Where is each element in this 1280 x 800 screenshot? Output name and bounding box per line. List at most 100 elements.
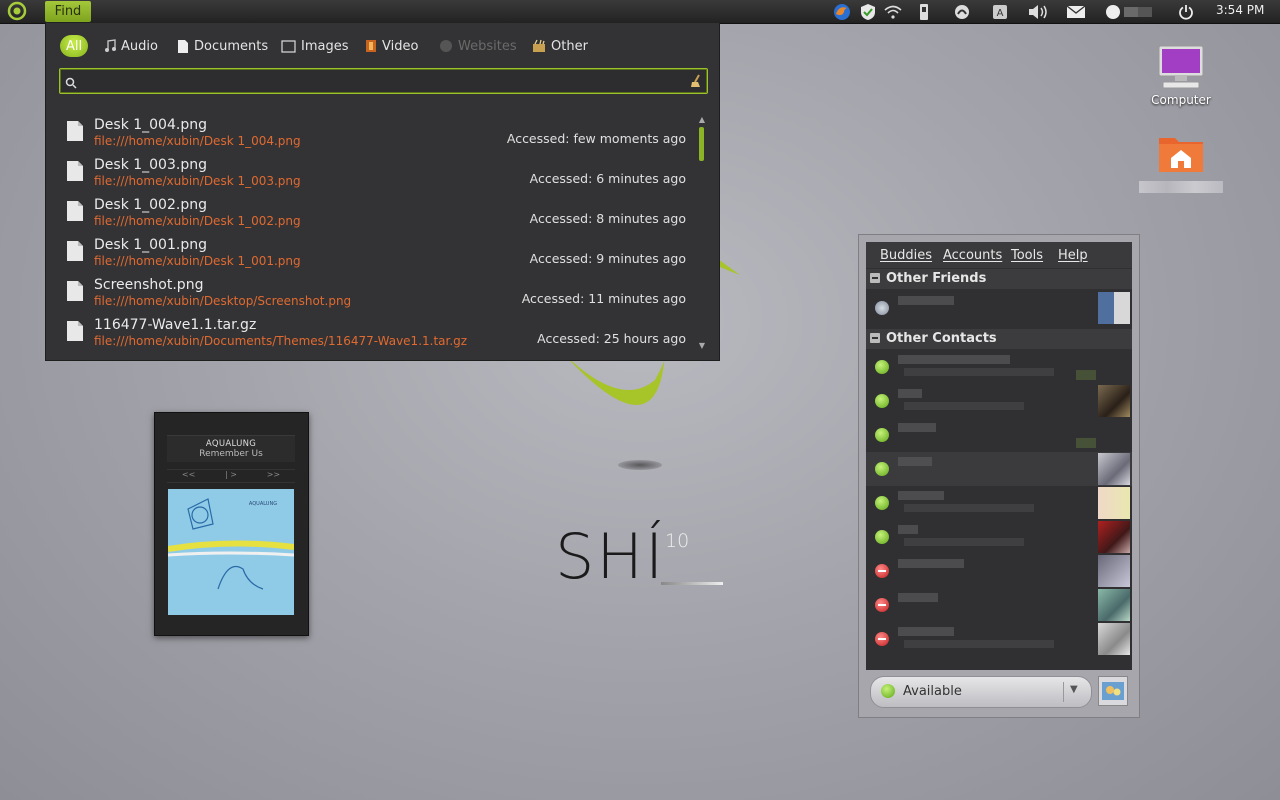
protocol-icon (1076, 370, 1096, 380)
avatar (1098, 623, 1130, 655)
buddy-icon-button[interactable] (1098, 676, 1128, 706)
buddy-name (898, 355, 1010, 364)
buddy-row[interactable] (866, 418, 1132, 452)
logo-shadow (618, 460, 662, 470)
result-row[interactable]: Desk 1_002.png file:///home/xubin/Desk 1… (46, 195, 696, 235)
volume-icon[interactable] (1026, 2, 1050, 21)
online-status-icon (875, 428, 889, 442)
buddy-row[interactable] (866, 554, 1132, 588)
result-path: file:///home/xubin/Desk 1_002.png (94, 214, 301, 228)
buddy-row[interactable] (866, 350, 1132, 384)
buddy-picture-icon (1102, 682, 1124, 700)
result-row[interactable]: Desk 1_001.png file:///home/xubin/Desk 1… (46, 235, 696, 275)
buddy-row[interactable] (866, 452, 1132, 486)
buddy-list: Buddies Accounts Tools Help Other Friend… (866, 242, 1132, 670)
usb-icon[interactable] (915, 2, 933, 21)
computer-label: Computer (1151, 93, 1211, 107)
buddy-name (898, 457, 932, 466)
shield-icon[interactable] (858, 2, 878, 21)
wifi-icon[interactable] (883, 2, 903, 21)
file-icon (66, 200, 84, 226)
result-name: Desk 1_001.png (94, 237, 207, 253)
tab-other[interactable]: Other (532, 37, 588, 55)
collapse-icon[interactable] (870, 333, 880, 343)
available-status-icon (881, 684, 895, 698)
home-folder-label (1139, 181, 1223, 193)
scroll-down-arrow-icon[interactable]: ▼ (697, 341, 707, 350)
buddy-status-message (904, 640, 1054, 648)
buddy-list-window: Buddies Accounts Tools Help Other Friend… (858, 234, 1140, 718)
menu-help[interactable]: Help (1058, 248, 1088, 263)
result-row[interactable]: Screenshot.png file:///home/xubin/Deskto… (46, 275, 696, 315)
previous-button[interactable]: << (182, 470, 195, 482)
menu-accounts[interactable]: Accounts (943, 248, 1002, 263)
buddy-row[interactable] (866, 486, 1132, 520)
scroll-up-arrow-icon[interactable]: ▲ (697, 115, 707, 124)
user-icon[interactable] (1104, 2, 1164, 21)
main-menu-icon[interactable] (4, 1, 30, 21)
buddy-row[interactable] (866, 520, 1132, 554)
avatar (1098, 487, 1130, 519)
album-art: AQUALUNG (167, 489, 295, 615)
results-scrollbar[interactable]: ▲ ▼ (697, 115, 707, 351)
menu-buddies[interactable]: Buddies (880, 248, 932, 263)
tab-documents-label: Documents (194, 38, 269, 54)
buddy-row[interactable] (866, 384, 1132, 418)
monitor-icon (1158, 45, 1204, 89)
result-name: Desk 1_004.png (94, 117, 207, 133)
online-status-icon (875, 530, 889, 544)
avatar (1098, 555, 1130, 587)
result-accessed: Accessed: few moments ago (506, 131, 686, 146)
status-separator (1063, 682, 1064, 702)
status-label: Available (903, 684, 962, 699)
buddy-row[interactable] (866, 588, 1132, 622)
buddy-name (898, 423, 936, 432)
buddy-status-message (904, 368, 1054, 376)
buddy-name (898, 296, 954, 305)
buddy-row[interactable] (866, 622, 1132, 656)
desktop-home-folder-icon[interactable] (1136, 132, 1226, 196)
buddy-row[interactable] (866, 291, 1132, 325)
clear-icon[interactable] (690, 73, 702, 92)
group-other-contacts[interactable]: Other Contacts (866, 329, 1132, 349)
buddy-status-message (904, 538, 1024, 546)
desktop-computer-icon[interactable]: Computer (1136, 44, 1226, 107)
group-other-friends[interactable]: Other Friends (866, 269, 1132, 289)
collapse-icon[interactable] (870, 273, 880, 283)
result-accessed: Accessed: 9 minutes ago (529, 251, 686, 266)
power-icon[interactable] (1176, 2, 1196, 21)
result-row[interactable]: 116477-Wave1.1.tar.gz file:///home/xubin… (46, 315, 696, 355)
tab-documents[interactable]: Documents (177, 37, 268, 55)
tab-audio[interactable]: Audio (104, 37, 158, 55)
status-selector[interactable]: Available ▼ (870, 676, 1092, 708)
tab-video[interactable]: Video (365, 37, 418, 55)
firefox-icon[interactable] (832, 2, 852, 21)
tab-all[interactable]: All (60, 35, 88, 57)
buddy-name (898, 389, 922, 398)
tab-websites[interactable]: Websites (439, 37, 517, 55)
find-button[interactable]: Find (45, 1, 91, 22)
result-row[interactable]: Desk 1_003.png file:///home/xubin/Desk 1… (46, 155, 696, 195)
tab-other-label: Other (551, 38, 588, 54)
clock[interactable]: 3:54 PM (1216, 3, 1264, 17)
result-path: file:///home/xubin/Desktop/Screenshot.pn… (94, 294, 352, 308)
results-list: Desk 1_004.png file:///home/xubin/Desk 1… (46, 115, 696, 355)
menu-tools[interactable]: Tools (1011, 248, 1043, 263)
result-name: Desk 1_003.png (94, 157, 207, 173)
buddy-menubar: Buddies Accounts Tools Help (866, 242, 1132, 268)
search-input[interactable] (59, 68, 708, 94)
update-icon[interactable] (952, 2, 972, 21)
play-button[interactable]: | > (225, 470, 237, 482)
next-button[interactable]: >> (267, 470, 280, 482)
mail-icon[interactable] (1065, 2, 1087, 21)
busy-status-icon (875, 564, 889, 578)
scroll-thumb[interactable] (699, 127, 704, 161)
chevron-down-icon[interactable]: ▼ (1070, 684, 1078, 695)
result-row[interactable]: Desk 1_004.png file:///home/xubin/Desk 1… (46, 115, 696, 155)
document-icon (177, 39, 189, 54)
keyboard-icon[interactable]: A (990, 2, 1010, 21)
buddy-name (898, 491, 944, 500)
tab-images[interactable]: Images (281, 37, 349, 55)
globe-icon (439, 39, 453, 53)
tab-websites-label: Websites (458, 38, 517, 54)
